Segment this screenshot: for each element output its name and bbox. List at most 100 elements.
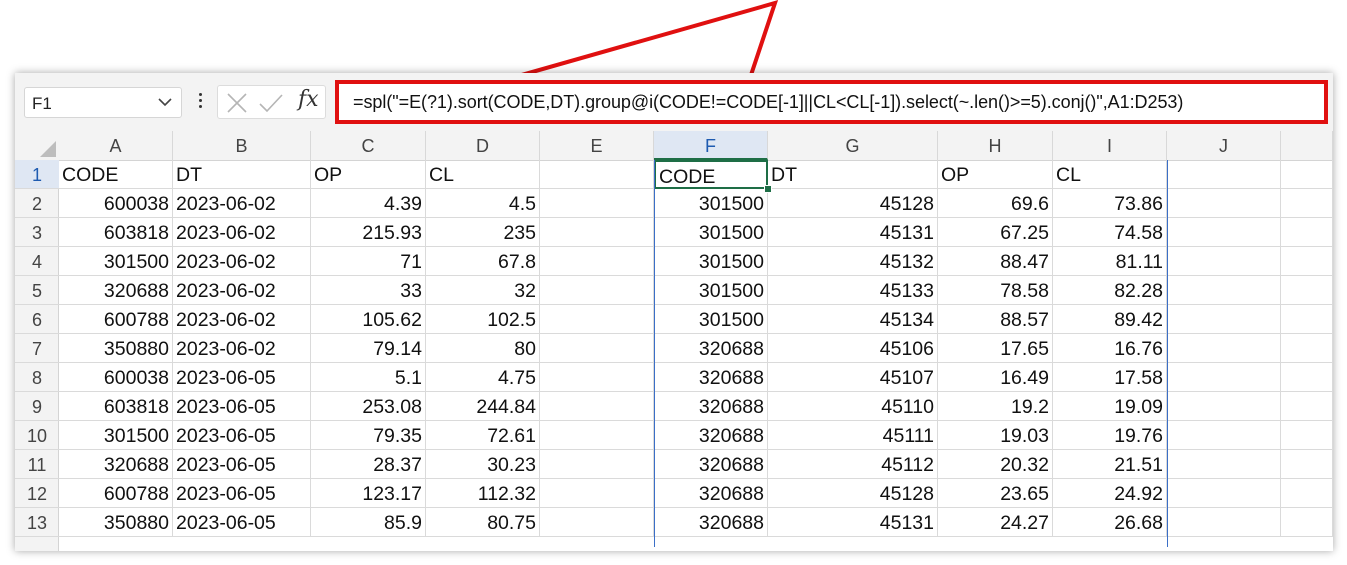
table-cell[interactable]: 350880 [59,508,173,537]
empty-cell[interactable] [540,218,654,247]
table-cell[interactable]: 16.49 [938,363,1053,392]
table-cell[interactable]: 244.84 [426,392,540,421]
table-cell[interactable]: 88.47 [938,247,1053,276]
table-cell[interactable]: 301500 [654,218,768,247]
column-header-i[interactable]: I [1053,131,1167,160]
column-header-f[interactable]: F [654,131,768,160]
empty-cell[interactable] [1281,160,1333,189]
table-cell[interactable]: 33 [311,276,426,305]
table-cell[interactable]: 4.39 [311,189,426,218]
table-cell[interactable]: 19.09 [1053,392,1167,421]
empty-cell[interactable] [1281,392,1333,421]
empty-cell[interactable] [540,160,654,189]
empty-cell[interactable] [1281,305,1333,334]
formula-input[interactable]: =spl("=E(?1).sort(CODE,DT).group@i(CODE!… [335,80,1328,124]
empty-cell[interactable] [1167,218,1281,247]
table-cell[interactable]: 85.9 [311,508,426,537]
empty-cell[interactable] [540,276,654,305]
table-cell[interactable]: 21.51 [1053,450,1167,479]
empty-cell[interactable] [540,392,654,421]
table-cell[interactable]: 24.92 [1053,479,1167,508]
row-header-5[interactable]: 5 [15,276,59,305]
header-cell[interactable]: OP [311,160,426,189]
empty-cell[interactable] [1167,450,1281,479]
empty-cell[interactable] [1281,479,1333,508]
table-cell[interactable]: 215.93 [311,218,426,247]
table-cell[interactable]: 301500 [59,421,173,450]
table-cell[interactable]: 320688 [654,363,768,392]
empty-cell[interactable] [1167,479,1281,508]
row-header-10[interactable]: 10 [15,421,59,450]
table-cell[interactable]: 45110 [768,392,938,421]
empty-cell[interactable] [540,421,654,450]
table-cell[interactable]: 102.5 [426,305,540,334]
selected-cell[interactable]: CODE [654,160,768,189]
row-header-8[interactable]: 8 [15,363,59,392]
table-cell[interactable]: 320688 [654,479,768,508]
table-cell[interactable]: 2023-06-05 [173,363,311,392]
empty-cell[interactable] [1281,218,1333,247]
table-cell[interactable]: 23.65 [938,479,1053,508]
table-cell[interactable]: 19.2 [938,392,1053,421]
row-header-4[interactable]: 4 [15,247,59,276]
table-cell[interactable]: 600038 [59,189,173,218]
table-cell[interactable]: 16.76 [1053,334,1167,363]
column-header-h[interactable]: H [938,131,1053,160]
table-cell[interactable]: 4.5 [426,189,540,218]
table-cell[interactable]: 45106 [768,334,938,363]
empty-cell[interactable] [1167,247,1281,276]
table-cell[interactable]: 32 [426,276,540,305]
table-cell[interactable]: 28.37 [311,450,426,479]
table-cell[interactable]: 45132 [768,247,938,276]
column-header-e[interactable]: E [540,131,654,160]
insert-function-icon[interactable]: fx [298,87,319,112]
row-header-11[interactable]: 11 [15,450,59,479]
cancel-icon[interactable] [226,93,248,113]
table-cell[interactable]: 45128 [768,189,938,218]
table-cell[interactable]: 5.1 [311,363,426,392]
table-cell[interactable]: 600038 [59,363,173,392]
row-header-3[interactable]: 3 [15,218,59,247]
table-cell[interactable]: 17.58 [1053,363,1167,392]
table-cell[interactable]: 45128 [768,479,938,508]
empty-cell[interactable] [540,363,654,392]
empty-cell[interactable] [1167,334,1281,363]
table-cell[interactable]: 600788 [59,479,173,508]
table-cell[interactable]: 2023-06-05 [173,479,311,508]
empty-cell[interactable] [540,305,654,334]
header-cell[interactable]: CL [426,160,540,189]
table-cell[interactable]: 105.62 [311,305,426,334]
table-cell[interactable]: 45112 [768,450,938,479]
row-header-2[interactable]: 2 [15,189,59,218]
empty-cell[interactable] [1167,189,1281,218]
table-cell[interactable]: 71 [311,247,426,276]
table-cell[interactable]: 320688 [654,508,768,537]
table-cell[interactable]: 2023-06-02 [173,218,311,247]
table-cell[interactable]: 19.76 [1053,421,1167,450]
row-header-1[interactable]: 1 [15,160,59,189]
table-cell[interactable]: 26.68 [1053,508,1167,537]
row-header-9[interactable]: 9 [15,392,59,421]
table-cell[interactable]: 235 [426,218,540,247]
table-cell[interactable]: 45131 [768,218,938,247]
table-cell[interactable]: 320688 [59,276,173,305]
empty-cell[interactable] [1281,334,1333,363]
table-cell[interactable]: 45131 [768,508,938,537]
table-cell[interactable]: 73.86 [1053,189,1167,218]
table-cell[interactable]: 20.32 [938,450,1053,479]
empty-cell[interactable] [1281,450,1333,479]
empty-cell[interactable] [1281,189,1333,218]
table-cell[interactable]: 253.08 [311,392,426,421]
table-cell[interactable]: 45107 [768,363,938,392]
table-cell[interactable]: 74.58 [1053,218,1167,247]
table-cell[interactable]: 301500 [654,189,768,218]
table-cell[interactable]: 81.11 [1053,247,1167,276]
table-cell[interactable]: 2023-06-05 [173,421,311,450]
column-header-g[interactable]: G [768,131,938,160]
table-cell[interactable]: 301500 [654,247,768,276]
table-cell[interactable]: 30.23 [426,450,540,479]
table-cell[interactable]: 72.61 [426,421,540,450]
table-cell[interactable]: 2023-06-02 [173,334,311,363]
row-header-12[interactable]: 12 [15,479,59,508]
column-header-c[interactable]: C [311,131,426,160]
